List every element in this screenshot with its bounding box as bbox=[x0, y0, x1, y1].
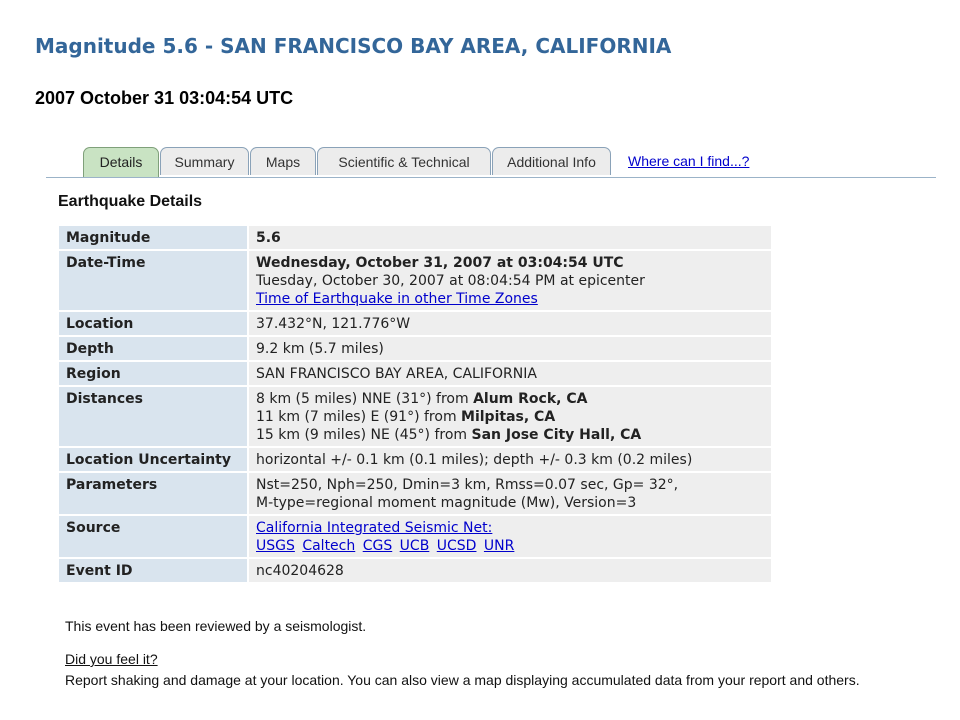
magnitude-label: Magnitude bbox=[59, 226, 247, 249]
page-title: Magnitude 5.6 - SAN FRANCISCO BAY AREA, … bbox=[35, 34, 672, 58]
distance-text: 15 km (9 miles) NE (45°) from bbox=[256, 427, 472, 443]
tab-scientific-technical[interactable]: Scientific & Technical bbox=[317, 147, 491, 175]
distance-place: Alum Rock, CA bbox=[473, 391, 588, 407]
table-row: Parameters Nst=250, Nph=250, Dmin=3 km, … bbox=[59, 473, 771, 514]
location-value: 37.432°N, 121.776°W bbox=[247, 312, 771, 335]
depth-value: 9.2 km (5.7 miles) bbox=[247, 337, 771, 360]
parameters-label: Parameters bbox=[59, 473, 247, 514]
source-orgs: USGS Caltech CGS UCB UCSD UNR bbox=[256, 537, 764, 555]
region-label: Region bbox=[59, 362, 247, 385]
uncertainty-label: Location Uncertainty bbox=[59, 448, 247, 471]
distance-text: 8 km (5 miles) NNE (31°) from bbox=[256, 391, 474, 407]
distances-value: 8 km (5 miles) NNE (31°) from Alum Rock,… bbox=[247, 387, 771, 446]
tab-additional-info[interactable]: Additional Info bbox=[492, 147, 611, 175]
table-row: Source California Integrated Seismic Net… bbox=[59, 516, 771, 557]
distance-text: 11 km (7 miles) E (91°) from bbox=[256, 409, 462, 425]
table-row: Distances 8 km (5 miles) NNE (31°) from … bbox=[59, 387, 771, 446]
datetime-utc: Wednesday, October 31, 2007 at 03:04:54 … bbox=[256, 255, 624, 271]
table-row: Region SAN FRANCISCO BAY AREA, CALIFORNI… bbox=[59, 362, 771, 385]
org-link-cgs[interactable]: CGS bbox=[363, 538, 393, 554]
tab-details[interactable]: Details bbox=[83, 147, 159, 177]
parameters-value: Nst=250, Nph=250, Dmin=3 km, Rmss=0.07 s… bbox=[247, 473, 771, 514]
time-zones-link[interactable]: Time of Earthquake in other Time Zones bbox=[256, 291, 538, 307]
page: Magnitude 5.6 - SAN FRANCISCO BAY AREA, … bbox=[0, 0, 960, 720]
table-row: Location 37.432°N, 121.776°W bbox=[59, 312, 771, 335]
event-id-label: Event ID bbox=[59, 559, 247, 582]
org-link-ucb[interactable]: UCB bbox=[400, 538, 430, 554]
table-row: Date-Time Wednesday, October 31, 2007 at… bbox=[59, 251, 771, 310]
org-link-ucsd[interactable]: UCSD bbox=[437, 538, 477, 554]
depth-label: Depth bbox=[59, 337, 247, 360]
table-row: Location Uncertainty horizontal +/- 0.1 … bbox=[59, 448, 771, 471]
parameters-line: M-type=regional moment magnitude (Mw), V… bbox=[256, 495, 637, 511]
table-row: Event ID nc40204628 bbox=[59, 559, 771, 582]
org-link-usgs[interactable]: USGS bbox=[256, 538, 295, 554]
did-you-feel-it-link[interactable]: Did you feel it? bbox=[65, 651, 158, 667]
event-id-value: nc40204628 bbox=[247, 559, 771, 582]
report-text: Report shaking and damage at your locati… bbox=[65, 672, 860, 688]
region-value: SAN FRANCISCO BAY AREA, CALIFORNIA bbox=[247, 362, 771, 385]
distance-place: Milpitas, CA bbox=[461, 409, 556, 425]
distances-label: Distances bbox=[59, 387, 247, 446]
org-link-unr[interactable]: UNR bbox=[484, 538, 514, 554]
distance-item: 11 km (7 miles) E (91°) from Milpitas, C… bbox=[256, 408, 764, 426]
datetime-label: Date-Time bbox=[59, 251, 247, 310]
earthquake-details-table: Magnitude 5.6 Date-Time Wednesday, Octob… bbox=[59, 224, 771, 584]
table-row: Magnitude 5.6 bbox=[59, 226, 771, 249]
event-datetime: 2007 October 31 03:04:54 UTC bbox=[35, 88, 294, 108]
tab-bar: Details Summary Maps Scientific & Techni… bbox=[46, 147, 936, 178]
org-link-caltech[interactable]: Caltech bbox=[302, 538, 355, 554]
distance-item: 15 km (9 miles) NE (45°) from San Jose C… bbox=[256, 426, 764, 444]
tab-summary[interactable]: Summary bbox=[160, 147, 249, 175]
distance-item: 8 km (5 miles) NNE (31°) from Alum Rock,… bbox=[256, 390, 764, 408]
network-link[interactable]: California Integrated Seismic Net: bbox=[256, 520, 492, 536]
source-value: California Integrated Seismic Net: USGS … bbox=[247, 516, 771, 557]
distance-place: San Jose City Hall, CA bbox=[471, 427, 642, 443]
tab-maps[interactable]: Maps bbox=[250, 147, 316, 175]
where-can-i-find-link[interactable]: Where can I find...? bbox=[628, 147, 749, 175]
magnitude-value: 5.6 bbox=[247, 226, 771, 249]
parameters-line: Nst=250, Nph=250, Dmin=3 km, Rmss=0.07 s… bbox=[256, 477, 679, 493]
section-heading: Earthquake Details bbox=[58, 193, 203, 210]
reviewed-note: This event has been reviewed by a seismo… bbox=[65, 618, 367, 634]
location-label: Location bbox=[59, 312, 247, 335]
datetime-value: Wednesday, October 31, 2007 at 03:04:54 … bbox=[247, 251, 771, 310]
datetime-local: Tuesday, October 30, 2007 at 08:04:54 PM… bbox=[256, 273, 645, 289]
uncertainty-value: horizontal +/- 0.1 km (0.1 miles); depth… bbox=[247, 448, 771, 471]
source-label: Source bbox=[59, 516, 247, 557]
table-row: Depth 9.2 km (5.7 miles) bbox=[59, 337, 771, 360]
